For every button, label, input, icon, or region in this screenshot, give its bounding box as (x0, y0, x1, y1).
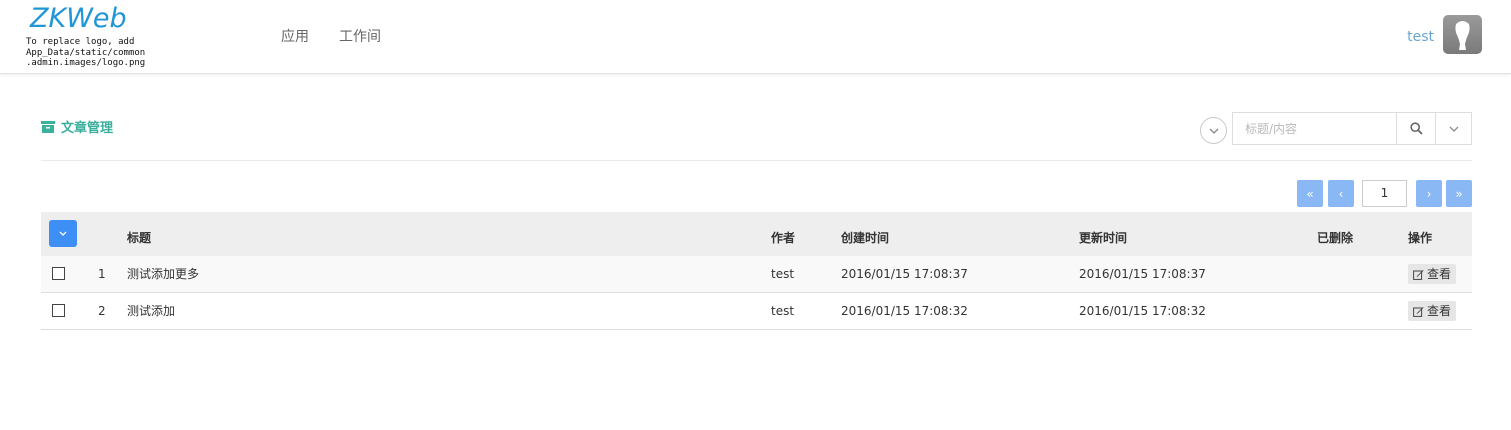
row-title: 测试添加 (127, 304, 176, 318)
column-header-created[interactable]: 创建时间 (841, 230, 889, 246)
row-updated: 2016/01/15 17:08:37 (1079, 267, 1206, 281)
next-page-button[interactable]: › (1416, 180, 1442, 207)
page-title-text: 文章管理 (61, 121, 114, 136)
first-page-button[interactable]: « (1297, 180, 1323, 207)
row-created: 2016/01/15 17:08:32 (841, 304, 968, 318)
chevron-down-icon (1449, 126, 1458, 132)
header-divider (41, 160, 1472, 161)
search-input[interactable] (1233, 113, 1396, 144)
row-updated: 2016/01/15 17:08:32 (1079, 304, 1206, 318)
view-button-label: 查看 (1427, 267, 1452, 281)
row-index: 2 (98, 304, 106, 318)
logo[interactable]: ZKWeb To replace logo, add App_Data/stat… (26, 4, 156, 70)
search-options-dropdown[interactable] (1435, 113, 1471, 144)
search-group (1232, 112, 1472, 145)
view-button-label: 查看 (1427, 304, 1452, 318)
nav-item-workspace[interactable]: 工作间 (339, 27, 381, 47)
prev-page-button[interactable]: ‹ (1328, 180, 1354, 207)
search-button[interactable] (1396, 113, 1435, 144)
column-header-updated[interactable]: 更新时间 (1079, 230, 1127, 246)
user-avatar-icon[interactable] (1443, 15, 1482, 54)
row-index: 1 (98, 267, 106, 281)
logo-replace-note: To replace logo, add App_Data/static/com… (26, 37, 146, 68)
table-row[interactable]: 2 测试添加 test 2016/01/15 17:08:32 2016/01/… (41, 293, 1472, 330)
advanced-search-toggle[interactable] (1200, 117, 1227, 144)
row-created: 2016/01/15 17:08:37 (841, 267, 968, 281)
last-page-button[interactable]: » (1446, 180, 1472, 207)
archive-icon (41, 120, 55, 133)
page-title: 文章管理 (41, 117, 113, 136)
row-title: 测试添加更多 (127, 267, 200, 281)
column-header-actions: 操作 (1408, 231, 1433, 245)
row-checkbox[interactable] (52, 304, 65, 317)
column-header-title[interactable]: 标题 (127, 230, 151, 246)
chevron-down-icon (59, 231, 67, 236)
page-number-input[interactable]: 1 (1362, 180, 1407, 207)
edit-icon (1413, 306, 1424, 317)
column-header-author[interactable]: 作者 (771, 230, 795, 246)
articles-table: 标题 作者 创建时间 更新时间 已删除 操作 1 测试添加更多 test 201… (41, 212, 1472, 330)
row-author: test (771, 267, 795, 281)
nav-item-apps[interactable]: 应用 (281, 27, 309, 47)
select-all-dropdown-button[interactable] (49, 220, 77, 247)
top-navbar: ZKWeb To replace logo, add App_Data/stat… (0, 0, 1511, 74)
username-link[interactable]: test (1407, 27, 1434, 47)
row-checkbox[interactable] (52, 267, 65, 280)
row-author: test (771, 304, 795, 318)
column-header-deleted[interactable]: 已删除 (1317, 230, 1353, 246)
table-header: 标题 作者 创建时间 更新时间 已删除 操作 (41, 212, 1472, 256)
logo-text: ZKWeb (30, 3, 127, 34)
search-icon (1409, 122, 1423, 135)
view-button[interactable]: 查看 (1408, 301, 1457, 321)
view-button[interactable]: 查看 (1408, 264, 1457, 284)
table-row[interactable]: 1 测试添加更多 test 2016/01/15 17:08:37 2016/0… (41, 256, 1472, 293)
main-nav: 应用 工作间 (281, 27, 381, 47)
chevron-down-icon (1209, 128, 1218, 134)
pagination: « ‹ 1 › » (0, 180, 1511, 207)
edit-icon (1413, 269, 1424, 280)
